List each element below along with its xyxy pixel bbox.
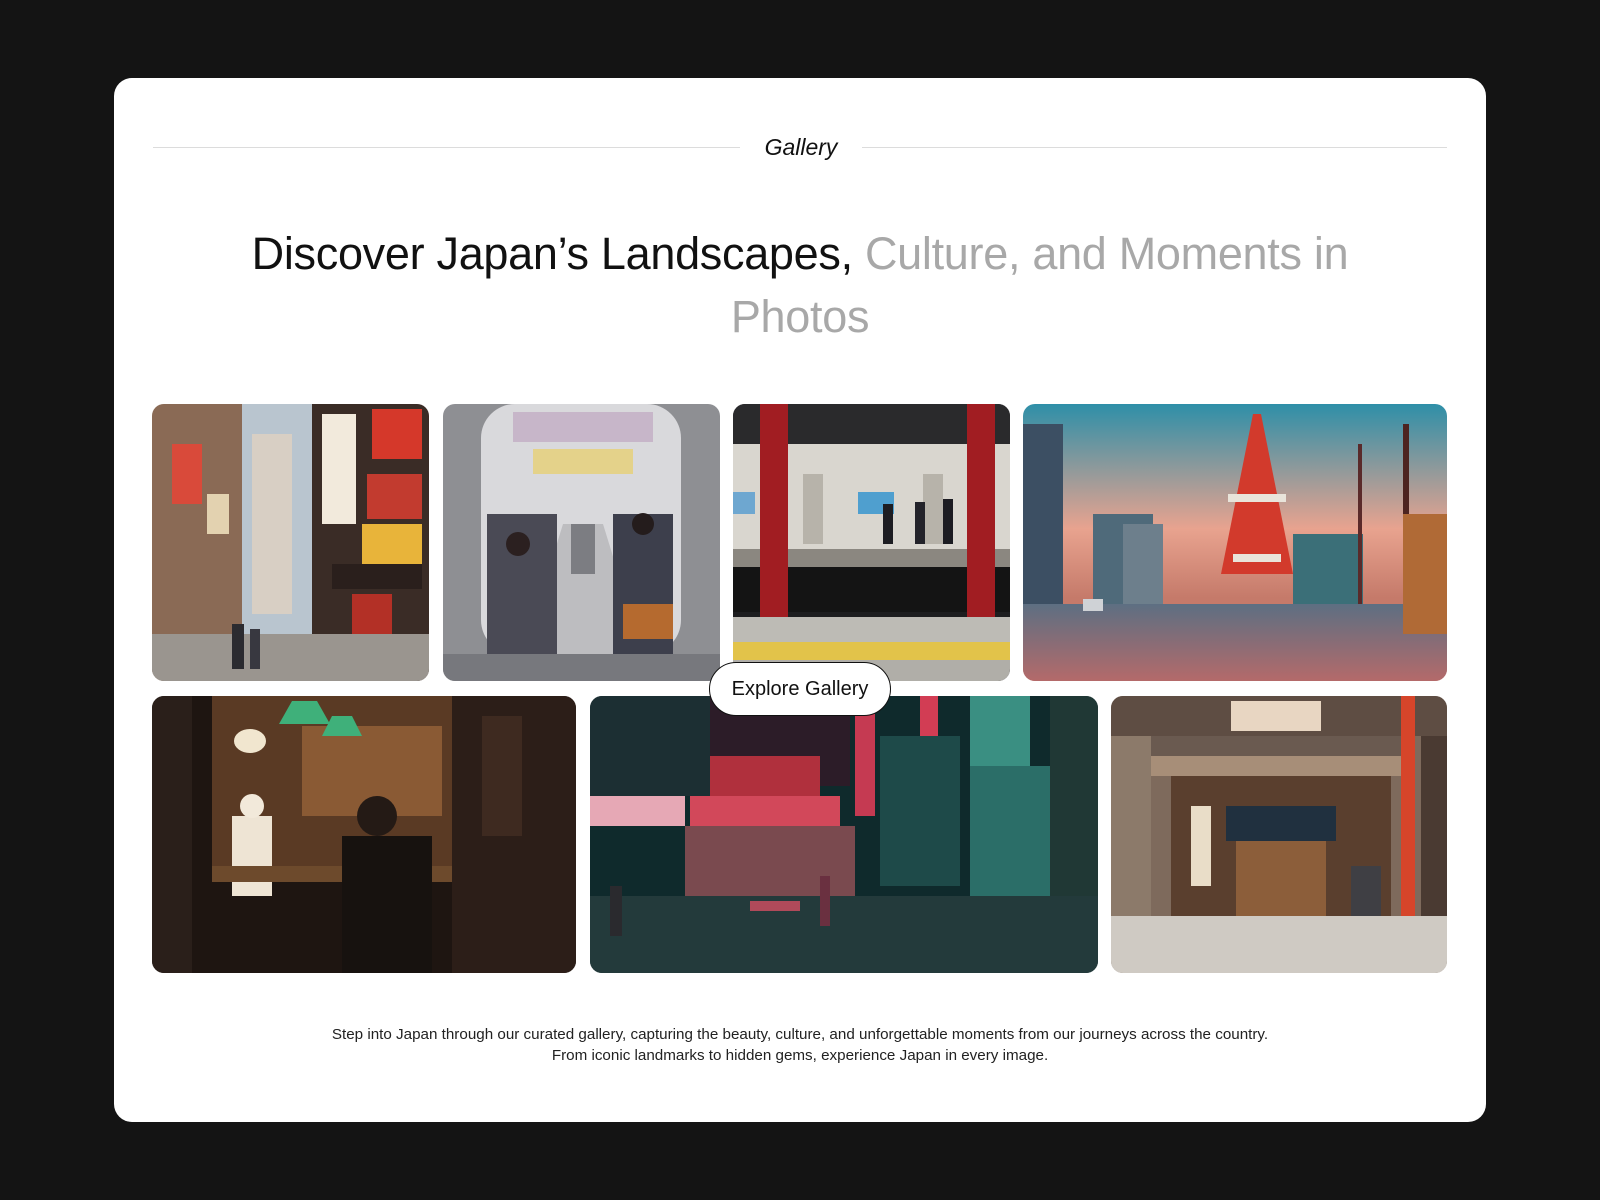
subway-platform-photo[interactable] (733, 404, 1010, 681)
eyebrow-divider-right (862, 147, 1447, 148)
page-headline: Discover Japan’s Landscapes, Culture, an… (200, 222, 1400, 348)
shopping-street-photo[interactable] (152, 404, 429, 681)
train-interior-photo[interactable] (443, 404, 720, 681)
fujiden-storefront-photo[interactable] (1111, 696, 1447, 973)
gallery-description: Step into Japan through our curated gall… (331, 1026, 1269, 1064)
explore-gallery-button[interactable]: Explore Gallery (709, 662, 891, 716)
tokyo-tower-sunset-photo[interactable] (1023, 404, 1447, 681)
neon-rainy-street-photo[interactable] (590, 696, 1098, 973)
eyebrow-divider-left (153, 147, 740, 148)
headline-dark: Discover Japan’s Landscapes, (251, 228, 853, 279)
ramen-bar-photo[interactable] (152, 696, 576, 973)
section-eyebrow: Gallery (764, 134, 838, 160)
